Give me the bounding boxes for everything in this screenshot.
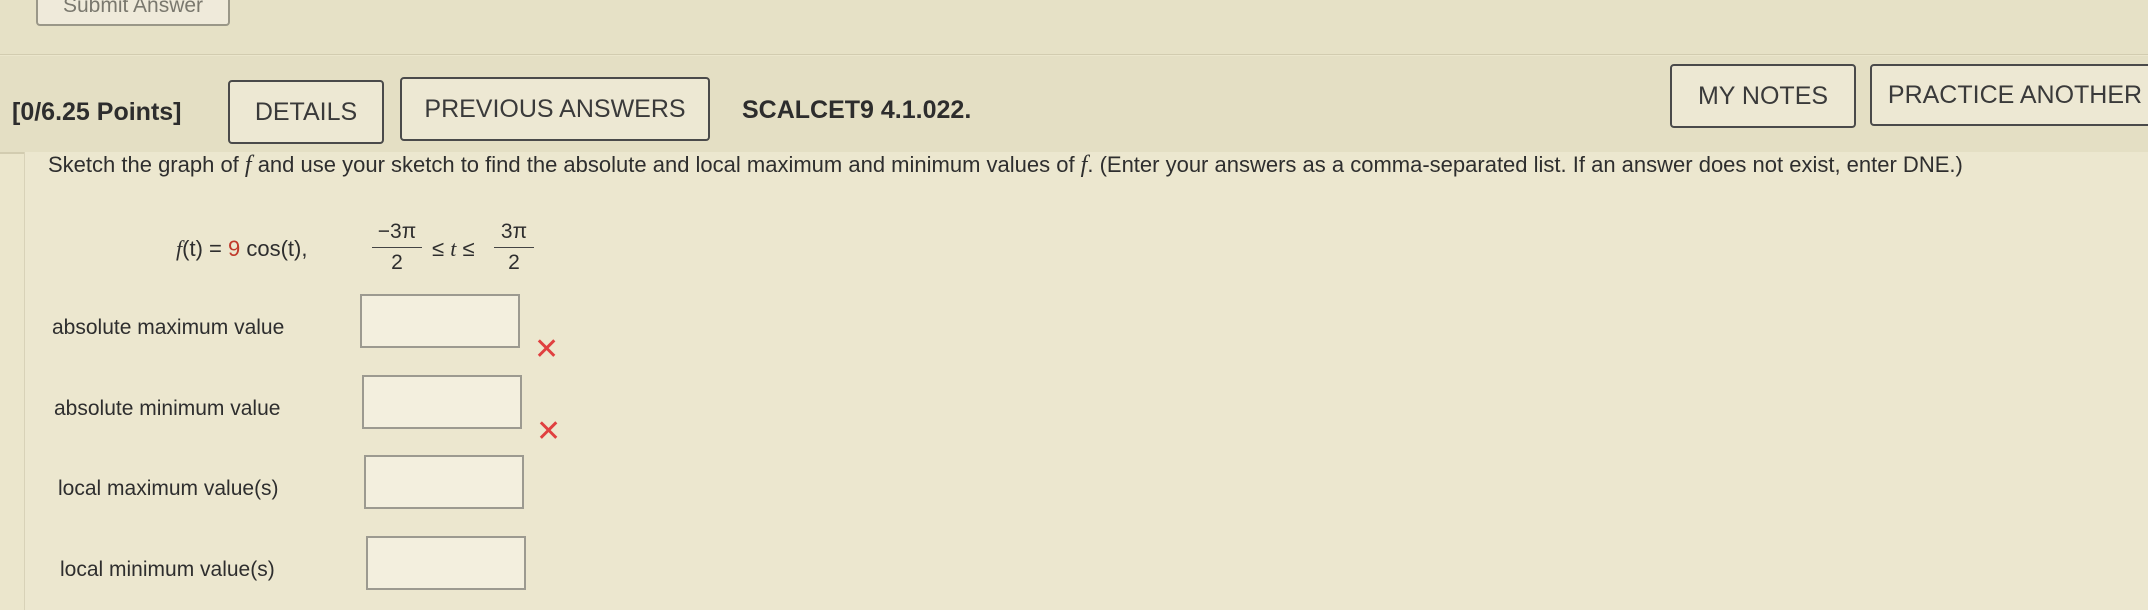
- lower-bound-denominator: 2: [391, 251, 403, 274]
- question-text-part: . (Enter your answers as a comma-separat…: [1087, 152, 1963, 177]
- question-source: SCALCET9 4.1.022.: [742, 96, 972, 124]
- fraction-bar: [372, 247, 422, 248]
- submit-answer-button[interactable]: Submit Answer: [36, 0, 230, 26]
- question-text-part: Sketch the graph of: [48, 152, 245, 177]
- question-text: Sketch the graph of f and use your sketc…: [48, 152, 1963, 179]
- leq-symbol: ≤: [432, 236, 445, 261]
- local-max-input[interactable]: [364, 455, 524, 509]
- x-mark-icon: ✕: [536, 415, 562, 448]
- leq-symbol: ≤: [462, 236, 475, 261]
- previous-answers-button[interactable]: PREVIOUS ANSWERS: [400, 77, 710, 141]
- abs-min-input[interactable]: [362, 375, 522, 429]
- local-min-input[interactable]: [366, 536, 526, 590]
- abs-max-input[interactable]: [360, 294, 520, 348]
- question-text-part: and use your sketch to find the absolute…: [251, 152, 1081, 177]
- upper-bound-numerator: 3π: [500, 220, 528, 243]
- function-coefficient: 9: [227, 236, 241, 261]
- function-body: cos(t),: [240, 236, 308, 261]
- function-definition: f(t) = 9 cos(t),: [176, 236, 307, 262]
- x-mark-icon: ✕: [534, 333, 560, 366]
- fraction-bar: [494, 247, 534, 248]
- local-min-label: local minimum value(s): [60, 558, 275, 581]
- domain-variable: t: [450, 236, 457, 261]
- upper-bound-denominator: 2: [508, 251, 520, 274]
- question-variable: f: [244, 152, 252, 178]
- domain-inequality: ≤ t ≤: [432, 236, 475, 262]
- function-argument: (t) =: [182, 236, 228, 261]
- lower-bound-numerator: −3π: [377, 220, 417, 243]
- top-strip: [0, 0, 2148, 55]
- abs-min-label: absolute minimum value: [54, 397, 281, 420]
- details-button[interactable]: DETAILS: [228, 80, 384, 144]
- local-max-label: local maximum value(s): [58, 477, 279, 500]
- my-notes-button[interactable]: MY NOTES: [1670, 64, 1856, 128]
- points-label: [0/6.25 Points]: [12, 98, 182, 126]
- practice-another-button[interactable]: PRACTICE ANOTHER: [1870, 64, 2148, 126]
- lower-bound-fraction: −3π 2: [372, 220, 422, 275]
- abs-max-label: absolute maximum value: [52, 316, 285, 339]
- upper-bound-fraction: 3π 2: [494, 220, 534, 275]
- question-panel: [24, 152, 2148, 610]
